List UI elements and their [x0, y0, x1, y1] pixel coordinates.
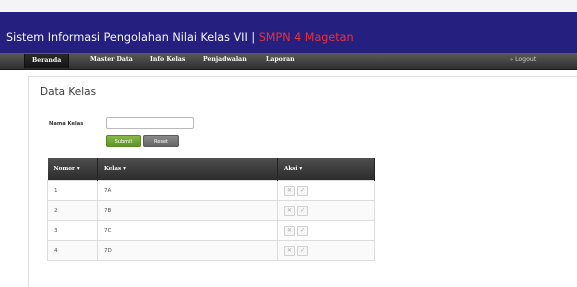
delete-x-icon[interactable]: ✕ [284, 205, 295, 216]
school-name: SMPN 4 Magetan [258, 31, 354, 44]
app-title-text: Sistem Informasi Pengolahan Nilai Kelas … [6, 31, 248, 44]
cell-kelas: 7A [97, 180, 278, 201]
cell-kelas: 7C [97, 220, 278, 241]
column-header-kelas[interactable]: Kelas ▾ [97, 158, 278, 181]
nav-item-info-kelas[interactable]: Info Kelas [150, 56, 185, 63]
nama-kelas-input[interactable] [106, 117, 194, 129]
cell-nomor: 2 [47, 200, 98, 221]
logout-link[interactable]: » Logout [510, 56, 536, 63]
nama-kelas-label: Nama Kelas [49, 121, 84, 127]
cell-kelas: 7D [97, 240, 278, 261]
cell-aksi: ✕ ✓ [277, 180, 375, 201]
cell-aksi: ✕ ✓ [277, 220, 375, 241]
kelas-table: Nomor ▾ Kelas ▾ Aksi ▾ 1 7A ✕ ✓ 2 7B ✕ ✓ 3… [47, 158, 375, 261]
nav-item-laporan[interactable]: Laporan [266, 56, 295, 63]
edit-check-icon[interactable]: ✓ [297, 225, 308, 236]
edit-check-icon[interactable]: ✓ [297, 245, 308, 256]
page-title: Data Kelas [40, 86, 97, 98]
reset-button[interactable]: Reset [143, 135, 179, 147]
cell-kelas: 7B [97, 200, 278, 221]
table-row: 1 7A ✕ ✓ [47, 180, 375, 201]
delete-x-icon[interactable]: ✕ [284, 185, 295, 196]
app-title: Sistem Informasi Pengolahan Nilai Kelas … [6, 31, 354, 44]
table-row: 2 7B ✕ ✓ [47, 200, 375, 221]
column-header-nomor[interactable]: Nomor ▾ [47, 158, 98, 181]
delete-x-icon[interactable]: ✕ [284, 225, 295, 236]
cell-nomor: 4 [47, 240, 98, 261]
submit-button[interactable]: Submit [106, 135, 141, 147]
main-navbar: Beranda Master Data Info Kelas Penjadwal… [0, 53, 577, 70]
cell-nomor: 1 [47, 180, 98, 201]
logout-label: Logout [515, 56, 537, 63]
edit-check-icon[interactable]: ✓ [297, 185, 308, 196]
delete-x-icon[interactable]: ✕ [284, 245, 295, 256]
cell-aksi: ✕ ✓ [277, 240, 375, 261]
nav-item-master-data[interactable]: Master Data [90, 56, 133, 63]
cell-aksi: ✕ ✓ [277, 200, 375, 221]
table-row: 4 7D ✕ ✓ [47, 240, 375, 261]
logout-arrow-icon: » [510, 57, 514, 63]
column-header-aksi[interactable]: Aksi ▾ [277, 158, 375, 181]
table-header-row: Nomor ▾ Kelas ▾ Aksi ▾ [47, 158, 375, 181]
cell-nomor: 3 [47, 220, 98, 241]
edit-check-icon[interactable]: ✓ [297, 205, 308, 216]
nav-item-penjadwalan[interactable]: Penjadwalan [203, 56, 247, 63]
app-header: Sistem Informasi Pengolahan Nilai Kelas … [0, 12, 577, 53]
table-row: 3 7C ✕ ✓ [47, 220, 375, 241]
title-separator: | [251, 31, 256, 44]
nav-item-beranda[interactable]: Beranda [24, 54, 70, 68]
